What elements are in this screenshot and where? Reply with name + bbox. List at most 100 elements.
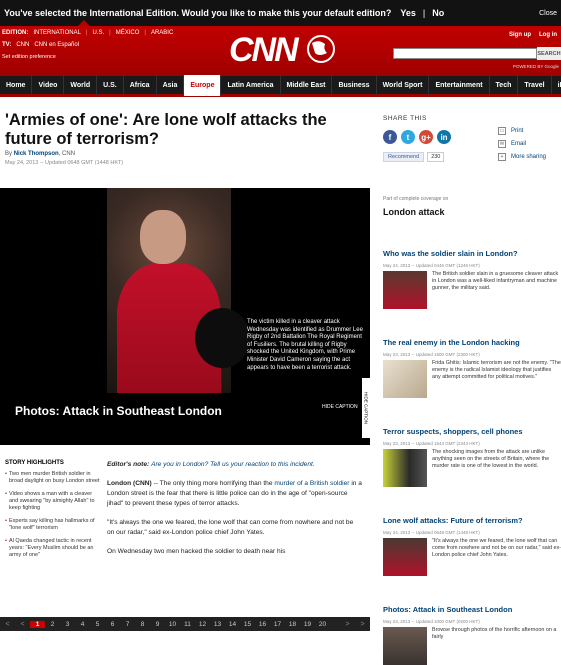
tv-cnn-espanol[interactable]: CNN en Español	[34, 42, 79, 48]
gallery-caption: The victim killed in a cleaver attack We…	[247, 319, 363, 371]
pager-next-icon[interactable]: >	[340, 621, 355, 628]
edition-international[interactable]: INTERNATIONAL	[33, 30, 81, 36]
rail-thumbnail[interactable]	[383, 449, 427, 487]
nav-business[interactable]: Business	[332, 74, 377, 96]
rail-story-date: May 24, 2013 -- Updated 0648 GMT (1448 H…	[383, 530, 480, 535]
nav-asia[interactable]: Asia	[157, 74, 185, 96]
email-link[interactable]: Email	[511, 141, 526, 147]
nav-world-sport[interactable]: World Sport	[377, 74, 430, 96]
facebook-icon[interactable]: f	[383, 130, 397, 144]
linkedin-icon[interactable]: in	[437, 130, 451, 144]
rail-story-title[interactable]: Lone wolf attacks: Future of terrorism?	[383, 516, 523, 525]
rail-story-title[interactable]: Terror suspects, shoppers, cell phones	[383, 427, 523, 436]
highlights-heading: STORY HIGHLIGHTS	[5, 460, 64, 466]
rail-story: Lone wolf attacks: Future of terrorism? …	[383, 510, 561, 576]
nav-home[interactable]: Home	[0, 74, 33, 96]
tv-label: TV:	[2, 42, 12, 48]
rail-thumbnail[interactable]	[383, 360, 427, 398]
google-plus-icon[interactable]: g+	[419, 130, 433, 144]
more-sharing-icon: +	[498, 153, 506, 161]
nav-us[interactable]: U.S.	[97, 74, 124, 96]
murder-link[interactable]: murder of a British soldier	[274, 480, 349, 487]
rail-story-desc: "It's always the one we feared, the lone…	[432, 538, 561, 558]
rail-story-date: May 23, 2013 -- Updated 1543 GMT (2343 H…	[383, 441, 480, 446]
pager-page[interactable]: 17	[270, 621, 285, 628]
edition-question: You've selected the International Editio…	[4, 8, 392, 18]
edition-preference-link[interactable]: Set edition preference	[2, 54, 56, 60]
right-rail: Part of complete coverage on London atta…	[383, 196, 561, 665]
nav-travel[interactable]: Travel	[518, 74, 552, 96]
nav-middle-east[interactable]: Middle East	[281, 74, 333, 96]
byline-org: , CNN	[58, 151, 76, 157]
cnn-logo-icon[interactable]: CNN	[229, 29, 339, 69]
edition-us[interactable]: U.S.	[92, 30, 104, 36]
rail-story-title[interactable]: Who was the soldier slain in London?	[383, 249, 518, 258]
nav-europe[interactable]: Europe	[184, 74, 222, 96]
rail-thumbnail[interactable]	[383, 271, 427, 309]
tv-cnn[interactable]: CNN	[16, 42, 29, 48]
search-input[interactable]	[393, 48, 537, 59]
pager-page[interactable]: 1	[30, 620, 45, 628]
coverage-heading[interactable]: London attack	[383, 207, 445, 217]
pager-page[interactable]: 15	[240, 621, 255, 628]
pager-page[interactable]: 14	[225, 621, 240, 628]
edition-mexico[interactable]: MÉXICO	[116, 30, 140, 36]
print-link[interactable]: Print	[511, 128, 523, 134]
search-button[interactable]: SEARCH	[537, 47, 561, 60]
twitter-icon[interactable]: t	[401, 130, 415, 144]
rail-story-date: May 24, 2013 -- Updated 0446 GMT (1246 H…	[383, 263, 480, 268]
sign-up-link[interactable]: Sign up	[509, 32, 531, 38]
nav-latin-america[interactable]: Latin America	[221, 74, 281, 96]
rail-story-desc: Browse through photos of the horrific af…	[432, 627, 557, 640]
pager-page[interactable]: 11	[180, 621, 195, 628]
author-link[interactable]: Nick Thompson	[14, 151, 59, 157]
pager-page[interactable]: 2	[45, 621, 60, 628]
pager-page[interactable]: 10	[165, 621, 180, 628]
pager-page[interactable]: 13	[210, 621, 225, 628]
hide-caption-link[interactable]: HIDE CAPTION	[322, 404, 358, 410]
nav-africa[interactable]: Africa	[124, 74, 157, 96]
rail-story-title[interactable]: Photos: Attack in Southeast London	[383, 605, 512, 614]
paragraph: On Wednesday two men hacked the soldier …	[107, 548, 286, 555]
side-hide-caption-tab[interactable]: HIDE CAPTION	[362, 378, 370, 438]
pager-page[interactable]: 9	[150, 621, 165, 628]
pager-page[interactable]: 20	[315, 621, 330, 628]
close-link[interactable]: Close	[539, 10, 557, 17]
nav-ireport[interactable]: iReport	[552, 75, 561, 96]
nav-world[interactable]: World	[64, 74, 98, 96]
pager-page[interactable]: 18	[285, 621, 300, 628]
pager-page[interactable]: 5	[90, 621, 105, 628]
paragraph: "It's always the one we feared, the lone…	[107, 519, 354, 536]
log-in-link[interactable]: Log in	[539, 32, 557, 38]
editors-note-link[interactable]: Are you in London? Tell us your reaction…	[151, 461, 315, 468]
pager-page[interactable]: 16	[255, 621, 270, 628]
pager-page[interactable]: 19	[300, 621, 315, 628]
edition-yes-link[interactable]: Yes	[400, 8, 416, 18]
rail-thumbnail[interactable]	[383, 627, 427, 665]
edition-no-link[interactable]: No	[432, 8, 444, 18]
pager-page[interactable]: 7	[120, 621, 135, 628]
pager-page[interactable]: 6	[105, 621, 120, 628]
rail-story-title[interactable]: The real enemy in the London hacking	[383, 338, 520, 347]
pager-prev-icon[interactable]: <	[0, 621, 15, 628]
main-nav: Home Video World U.S. Africa Asia Europe…	[0, 74, 561, 97]
rail-story: Who was the soldier slain in London? May…	[383, 243, 561, 309]
gallery-photo[interactable]	[107, 188, 250, 393]
pager-page[interactable]: 3	[60, 621, 75, 628]
pager-page[interactable]: 12	[195, 621, 210, 628]
nav-video[interactable]: Video	[32, 74, 65, 96]
edition-arabic[interactable]: ARABIC	[151, 30, 173, 36]
nav-entertainment[interactable]: Entertainment	[429, 74, 490, 96]
tv-selector: TV: CNN CNN en Español	[2, 42, 79, 48]
highlight-item: Al Qaeda changed tactic in recent years:…	[5, 538, 100, 559]
nav-tech[interactable]: Tech	[490, 74, 519, 96]
pager-page[interactable]: 4	[75, 621, 90, 628]
recommend-count: 230	[427, 152, 445, 162]
pager-page[interactable]: 8	[135, 621, 150, 628]
pager-prev2-icon[interactable]: <	[15, 621, 30, 628]
recommend-button[interactable]: Recommend	[383, 152, 425, 162]
more-sharing-link[interactable]: More sharing	[511, 154, 546, 160]
pager-next2-icon[interactable]: >	[355, 621, 370, 628]
rail-thumbnail[interactable]	[383, 538, 427, 576]
gallery-pager: < < 1 2 3 4 5 6 7 8 9 10 11 12 13 14 15 …	[0, 617, 370, 631]
